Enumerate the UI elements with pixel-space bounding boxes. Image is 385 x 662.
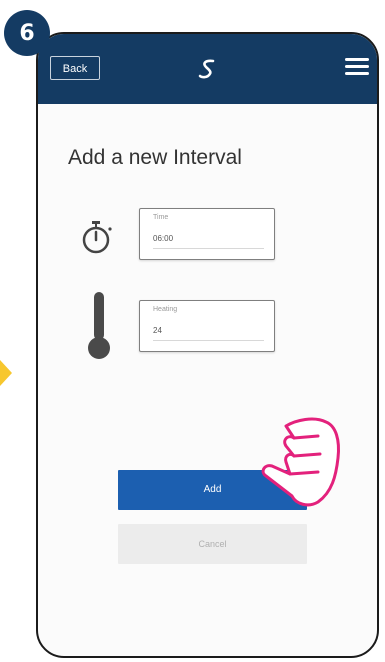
hamburger-menu-icon[interactable] bbox=[345, 58, 369, 76]
heating-field[interactable]: Heating 24 bbox=[139, 300, 275, 352]
instruction-image: 6 Back Add a new Interval Time 06:00 Hea… bbox=[0, 0, 385, 662]
pointing-hand-icon bbox=[261, 417, 340, 507]
s-logo-icon bbox=[198, 59, 215, 79]
cancel-button[interactable]: Cancel bbox=[118, 524, 307, 564]
heating-field-value: 24 bbox=[153, 326, 162, 335]
arrow-right-icon bbox=[0, 360, 12, 386]
step-number-badge: 6 bbox=[4, 10, 50, 56]
back-button[interactable]: Back bbox=[50, 56, 100, 80]
heating-field-underline bbox=[153, 340, 264, 341]
page-title: Add a new Interval bbox=[68, 146, 242, 169]
thermometer-icon bbox=[88, 292, 110, 359]
app-header: Back bbox=[38, 34, 377, 104]
time-field-underline bbox=[153, 248, 264, 249]
time-field-label: Time bbox=[153, 214, 169, 221]
time-field-value: 06:00 bbox=[153, 234, 174, 243]
phone-screen: Back Add a new Interval Time 06:00 Heati… bbox=[36, 32, 379, 658]
step-number: 6 bbox=[19, 20, 35, 46]
heating-field-label: Heating bbox=[153, 306, 178, 313]
time-field[interactable]: Time 06:00 bbox=[139, 208, 275, 260]
stopwatch-icon bbox=[82, 221, 112, 254]
